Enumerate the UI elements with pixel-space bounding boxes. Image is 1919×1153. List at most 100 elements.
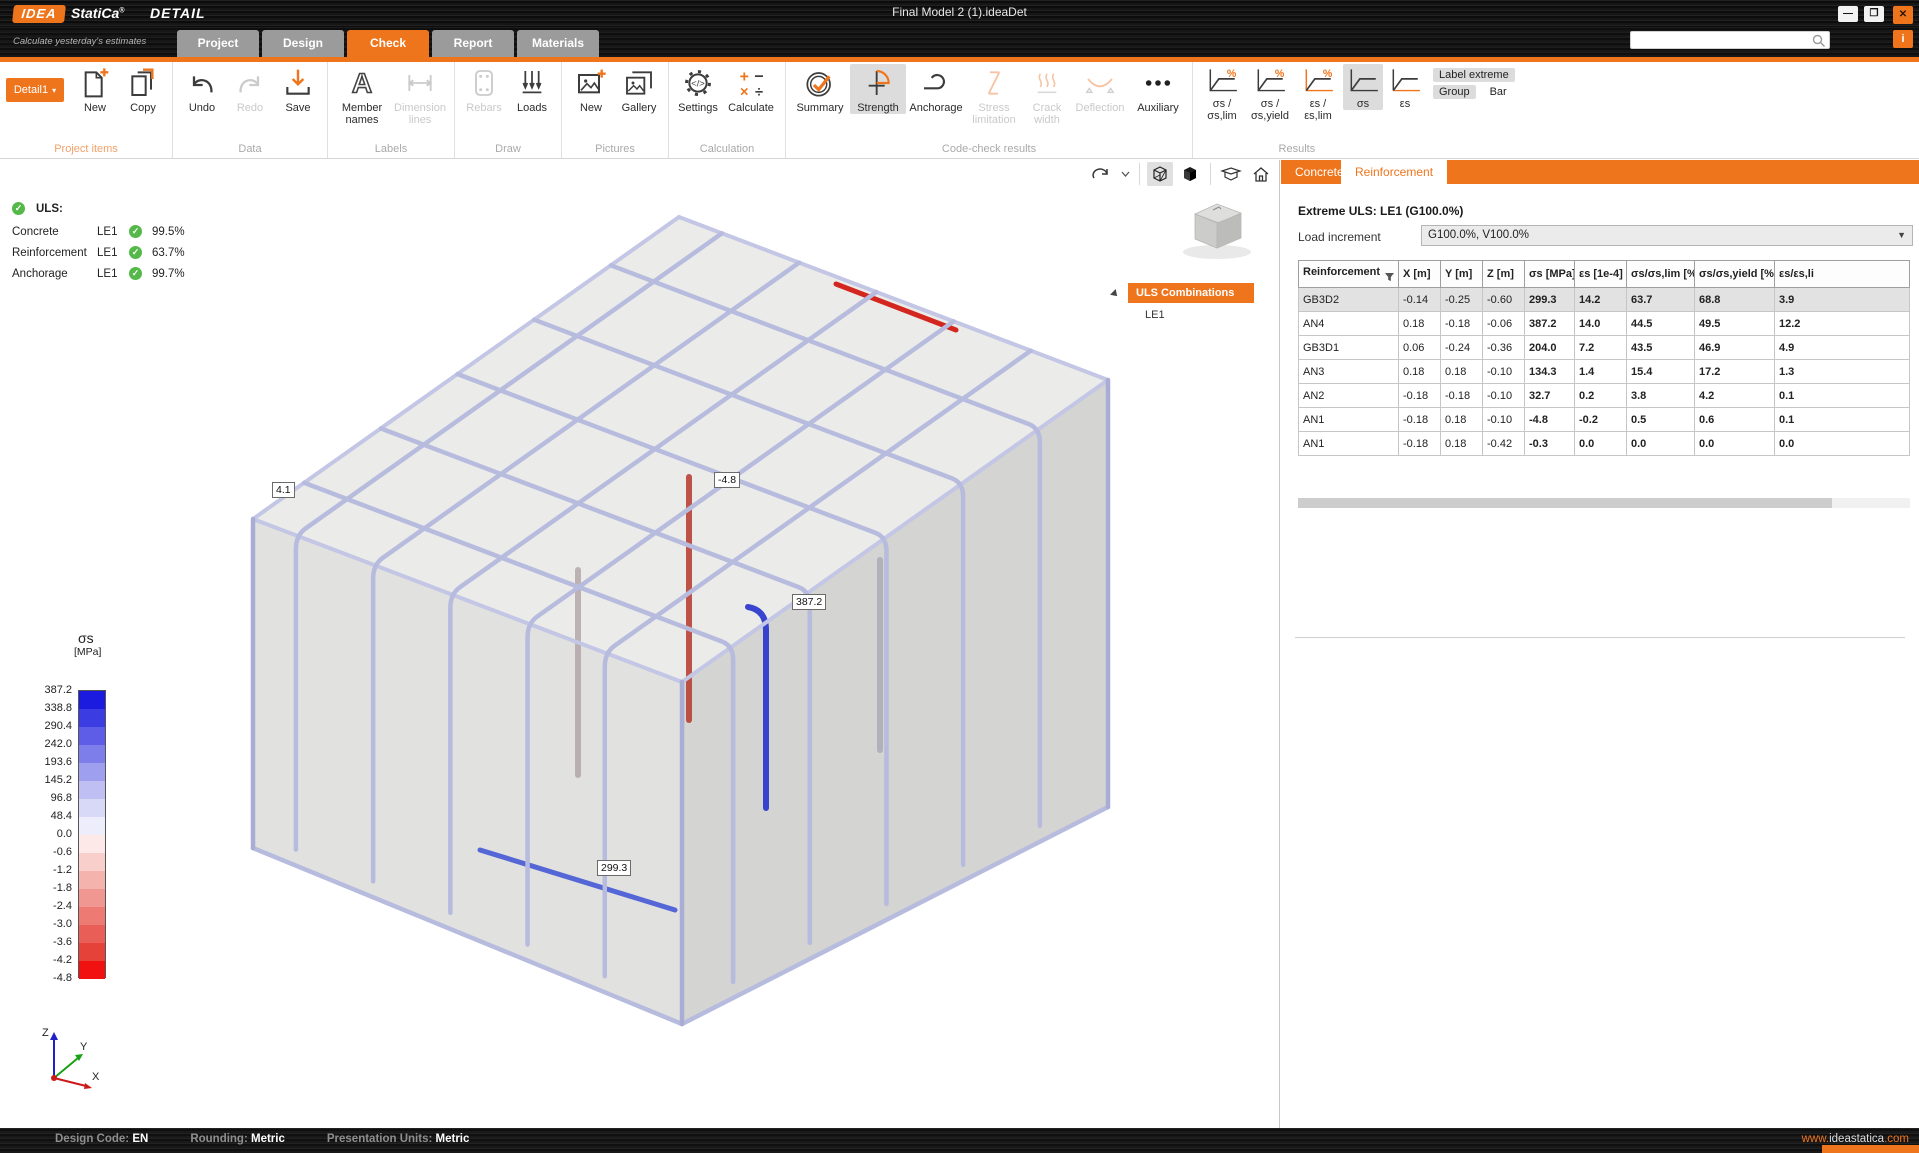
epsilon-over-epsilon-lim-button[interactable]: % εs /εs,lim	[1295, 64, 1341, 122]
copy-icon	[127, 67, 159, 99]
detail1-dropdown[interactable]: Detail1▾	[6, 78, 64, 102]
table-row[interactable]: AN2-0.18-0.18-0.1032.70.23.84.20.1	[1299, 384, 1910, 408]
solid-cube-icon	[1180, 164, 1200, 184]
panel-divider	[1295, 637, 1905, 638]
group-toggle[interactable]: Group	[1433, 85, 1476, 99]
tagline: Calculate yesterday's estimates	[13, 36, 146, 47]
window-title: Final Model 2 (1).ideaDet	[0, 5, 1919, 19]
minimize-button[interactable]: —	[1838, 6, 1858, 22]
settings-button[interactable]: </> Settings	[675, 64, 721, 114]
legend-tick: 338.8	[12, 702, 72, 714]
anchorage-button[interactable]: Anchorage	[908, 64, 964, 114]
check-icon: ✓	[129, 246, 142, 259]
summary-button[interactable]: Summary	[792, 64, 848, 114]
loads-button[interactable]: Loads	[509, 64, 555, 114]
table-row[interactable]: AN40.18-0.18-0.06387.214.044.549.512.2	[1299, 312, 1910, 336]
gallery-icon	[623, 67, 655, 99]
wireframe-view-button[interactable]	[1147, 162, 1173, 186]
tab-check[interactable]: Check	[347, 30, 429, 57]
legend-tick: -2.4	[12, 900, 72, 912]
undo-button[interactable]: Undo	[179, 64, 225, 114]
svg-text:÷: ÷	[755, 84, 763, 99]
title-bar: IDEA StatiCa® DETAIL Final Model 2 (1).i…	[0, 0, 1919, 27]
rebars-icon	[468, 67, 500, 99]
model-value-label: -4.8	[714, 472, 740, 488]
table-horizontal-scrollbar[interactable]	[1298, 498, 1910, 508]
sigma-s-button[interactable]: σs	[1343, 64, 1383, 110]
svg-text:</>: </>	[691, 79, 705, 89]
sigma-over-sigma-yield-button[interactable]: % σs /σs,yield	[1247, 64, 1293, 122]
auxiliary-button[interactable]: Auxiliary	[1130, 64, 1186, 114]
member-names-button[interactable]: A Membernames	[334, 64, 390, 126]
epsilon-s-button[interactable]: εs	[1385, 64, 1425, 110]
stress-limitation-icon	[978, 67, 1010, 99]
group-label-project-items: Project items	[6, 142, 166, 157]
table-row[interactable]: AN1-0.180.18-0.10-4.8-0.20.50.60.1	[1299, 408, 1910, 432]
legend-tick: -0.6	[12, 846, 72, 858]
legend-tick: 242.0	[12, 738, 72, 750]
rounding-status: Rounding: Metric	[190, 1133, 285, 1145]
scrollbar-thumb[interactable]	[1298, 498, 1832, 508]
maximize-button[interactable]: ❐	[1864, 6, 1884, 22]
legend-tick: 193.6	[12, 756, 72, 768]
label-extreme-toggle[interactable]: Label extreme	[1433, 68, 1515, 82]
home-view-button[interactable]	[1248, 162, 1274, 186]
strength-icon	[862, 67, 894, 99]
stress-ratio-yield-icon: %	[1253, 67, 1287, 95]
table-header-row: Reinforcement X [m] Y [m] Z [m] σs [MPa]…	[1299, 261, 1910, 288]
calculate-button[interactable]: + − × ÷ Calculate	[723, 64, 779, 114]
new-document-icon	[79, 67, 111, 99]
strength-button[interactable]: Strength	[850, 64, 906, 114]
legend-tick: 387.2	[12, 684, 72, 696]
close-button[interactable]: ✕	[1893, 6, 1913, 24]
info-button[interactable]: i	[1893, 30, 1913, 48]
rotate-view-button[interactable]	[1088, 162, 1114, 186]
dimension-lines-button: Dimensionlines	[392, 64, 448, 126]
legend-tick: -3.6	[12, 936, 72, 948]
status-bar: Design Code: EN Rounding: Metric Present…	[0, 1128, 1919, 1153]
new-project-item-button[interactable]: New	[72, 64, 118, 114]
calculate-icon: + − × ÷	[735, 67, 767, 99]
ribbon-group-project-items: Detail1▾ New Copy Project items	[0, 62, 173, 158]
group-label-labels: Labels	[334, 142, 448, 157]
legend-tick: -4.8	[12, 972, 72, 984]
website-link[interactable]: www.ideastatica.com	[1802, 1133, 1909, 1145]
table-row[interactable]: GB3D2-0.14-0.25-0.60299.314.263.768.83.9	[1299, 288, 1910, 312]
load-increment-label: Load increment	[1298, 230, 1381, 244]
load-increment-dropdown[interactable]: G100.0%, V100.0% ▼	[1421, 225, 1913, 246]
results-panel: Concrete Reinforcement Extreme ULS: LE1 …	[1281, 160, 1919, 1128]
group-label-results: Results	[1199, 142, 1515, 157]
filter-icon[interactable]	[1385, 273, 1394, 282]
legend-tick: 48.4	[12, 810, 72, 822]
table-row[interactable]: GB3D10.06-0.24-0.36204.07.243.546.94.9	[1299, 336, 1910, 360]
group-label-pictures: Pictures	[568, 142, 662, 157]
tab-reinforcement[interactable]: Reinforcement	[1341, 160, 1447, 187]
table-row[interactable]: AN30.180.18-0.10134.31.415.417.21.3	[1299, 360, 1910, 384]
load-case-le1[interactable]: LE1	[1145, 309, 1165, 321]
model-value-label: 299.3	[597, 860, 631, 876]
tab-report[interactable]: Report	[432, 30, 514, 57]
member-names-icon: A	[346, 67, 378, 99]
tab-materials[interactable]: Materials	[517, 30, 599, 57]
clipping-view-button[interactable]	[1218, 162, 1244, 186]
3d-viewport[interactable]: ✓ULS: Concrete LE1 ✓ 99.5% Reinforcement…	[0, 160, 1280, 1128]
copy-button[interactable]: Copy	[120, 64, 166, 114]
legend-unit: [MPa]	[74, 646, 101, 658]
new-picture-button[interactable]: New	[568, 64, 614, 114]
bar-toggle[interactable]: Bar	[1484, 85, 1513, 99]
corner-accent	[1822, 1145, 1919, 1153]
save-button[interactable]: Save	[275, 64, 321, 114]
sigma-over-sigma-lim-button[interactable]: % σs /σs,lim	[1199, 64, 1245, 122]
chevron-down-icon: ▾	[52, 86, 56, 95]
search-input[interactable]	[1630, 31, 1830, 49]
uls-combinations-badge[interactable]: ULS Combinations	[1128, 283, 1254, 303]
gallery-button[interactable]: Gallery	[616, 64, 662, 114]
check-icon: ✓	[129, 225, 142, 238]
tab-design[interactable]: Design	[262, 30, 344, 57]
group-label-draw: Draw	[461, 142, 555, 157]
navigation-cube[interactable]	[1165, 188, 1270, 263]
table-row[interactable]: AN1-0.180.18-0.42-0.30.00.00.00.0	[1299, 432, 1910, 456]
solid-view-button[interactable]	[1177, 162, 1203, 186]
rotate-options-dropdown[interactable]	[1118, 162, 1132, 186]
tab-project[interactable]: Project	[177, 30, 259, 57]
